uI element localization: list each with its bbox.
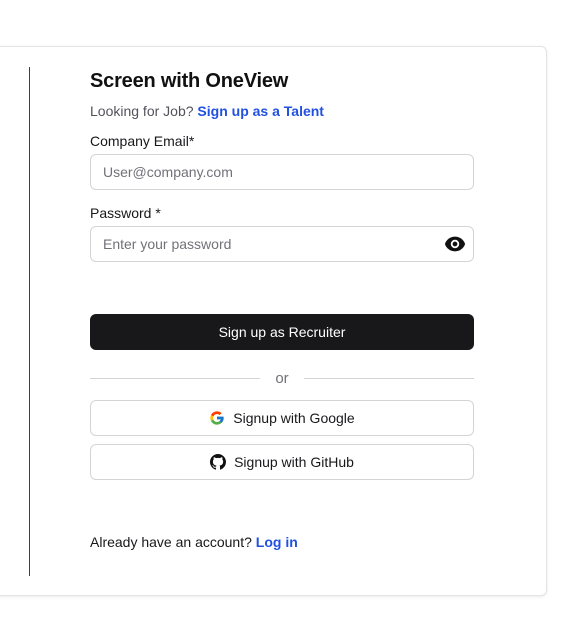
login-prompt: Already have an account? Log in	[90, 532, 474, 552]
vertical-divider	[29, 67, 30, 576]
login-link[interactable]: Log in	[256, 534, 298, 550]
github-signup-label: Signup with GitHub	[234, 454, 354, 470]
password-label: Password *	[90, 205, 161, 221]
or-separator: or	[90, 366, 474, 390]
github-icon	[210, 454, 227, 470]
google-signup-button[interactable]: Signup with Google	[90, 400, 474, 436]
google-signup-label: Signup with Google	[233, 410, 355, 426]
google-icon	[209, 410, 225, 426]
login-prompt-text: Already have an account?	[90, 534, 252, 550]
page-title: Screen with OneView	[90, 70, 289, 92]
separator-line-right	[303, 377, 474, 379]
subtitle-text: Looking for Job?	[90, 103, 194, 119]
or-text: or	[275, 369, 289, 387]
subtitle: Looking for Job? Sign up as a Talent	[90, 100, 474, 122]
signup-form: Screen with OneView Looking for Job? Sig…	[90, 66, 474, 552]
signup-recruiter-button[interactable]: Sign up as Recruiter	[90, 314, 474, 350]
email-label: Company Email*	[90, 133, 195, 149]
email-field-wrapper	[90, 154, 474, 190]
email-field[interactable]	[91, 155, 473, 189]
separator-line-left	[90, 377, 261, 379]
github-signup-button[interactable]: Signup with GitHub	[90, 444, 474, 480]
password-field-wrapper	[90, 226, 474, 262]
password-field[interactable]	[91, 227, 473, 261]
eye-icon[interactable]	[444, 235, 466, 253]
talent-signup-link[interactable]: Sign up as a Talent	[197, 103, 324, 119]
